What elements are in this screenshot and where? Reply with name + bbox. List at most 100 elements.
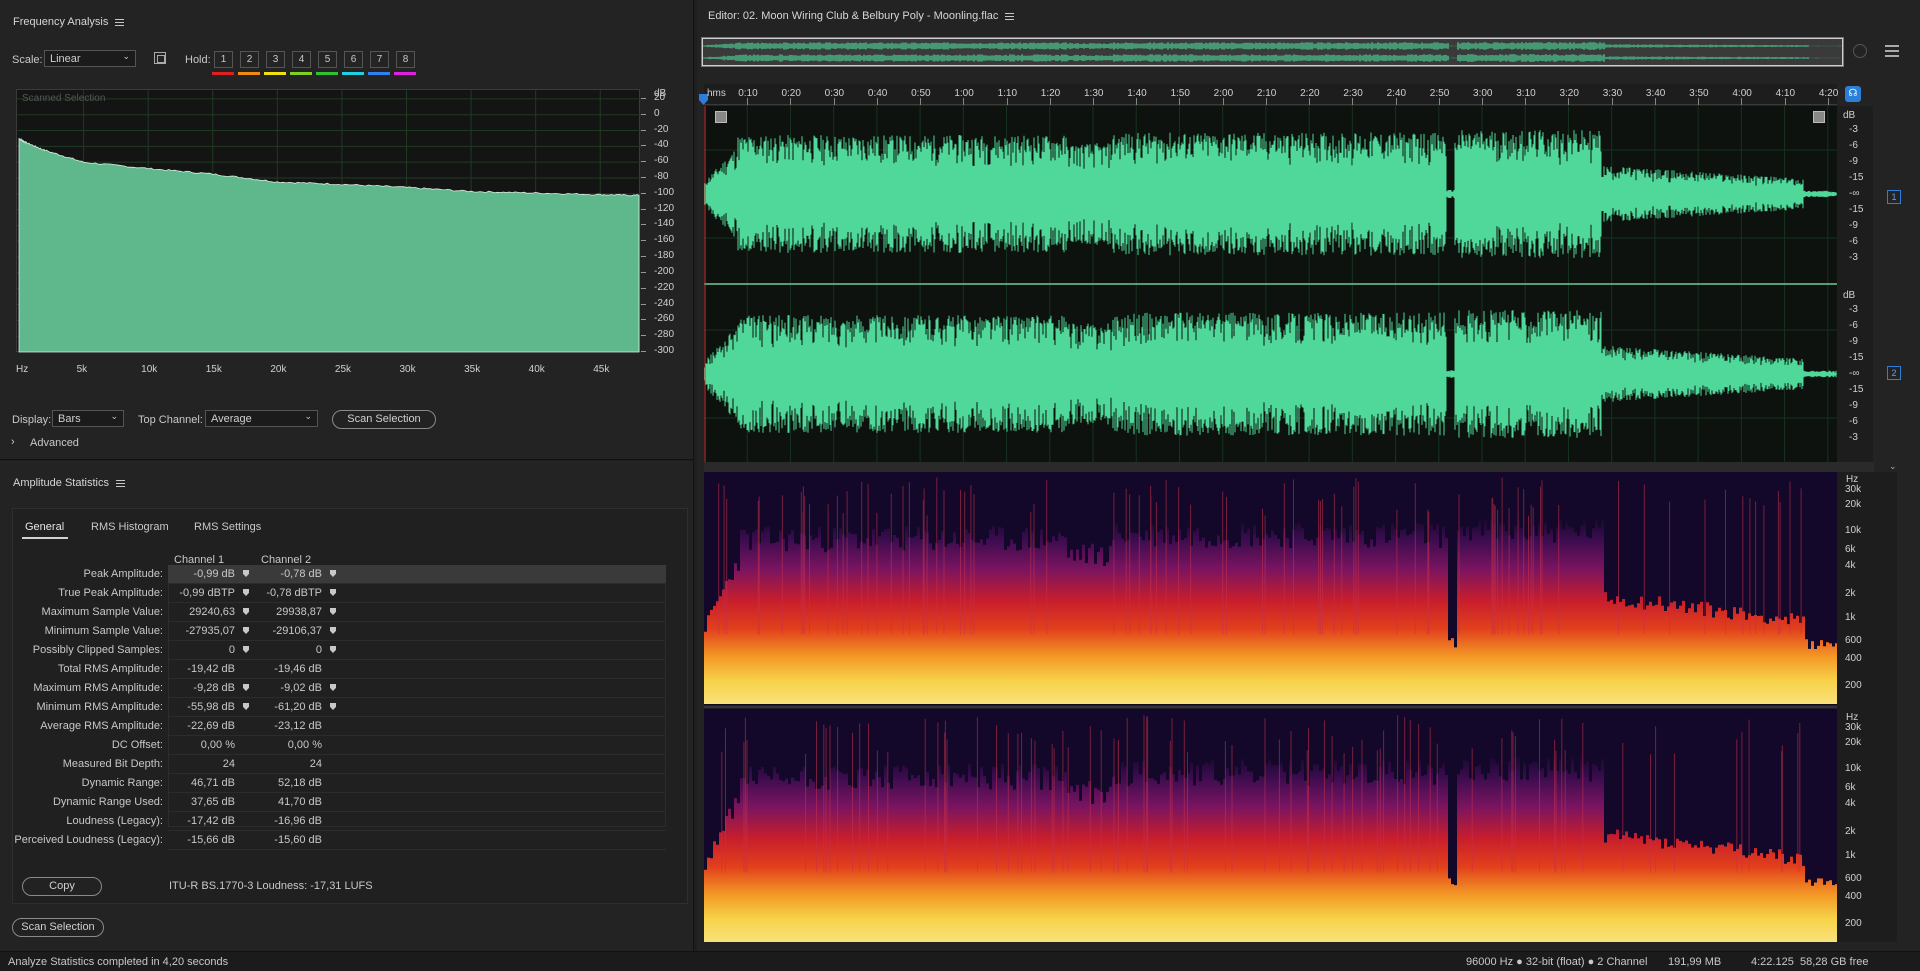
- stat-value-channel-1: 29240,63: [189, 606, 235, 618]
- stat-value-channel-2: -9,02 dB: [280, 682, 322, 694]
- copy-graph-icon[interactable]: [154, 52, 166, 64]
- top-channel-value: Average: [211, 413, 252, 425]
- spectral-hz-tick: 600: [1845, 873, 1862, 884]
- time-tick-label: 1:30: [1084, 88, 1104, 99]
- panel-menu-icon[interactable]: [115, 18, 125, 26]
- waveform-area[interactable]: [703, 106, 1837, 462]
- chevron-down-icon[interactable]: ⌄: [1889, 461, 1897, 472]
- hold-button-6[interactable]: 6: [344, 51, 363, 68]
- stats-scan-selection-button[interactable]: Scan Selection: [12, 918, 104, 937]
- hz-tick-label: 15k: [205, 364, 222, 375]
- view-layout-icon[interactable]: [1885, 45, 1899, 57]
- channel-badge-1[interactable]: 1: [1887, 190, 1901, 204]
- hold-color-2: [238, 72, 260, 75]
- hz-tick-label: 35k: [464, 364, 481, 375]
- db-unit-label: dB: [1843, 290, 1856, 301]
- status-duration: 4:22.125: [1751, 956, 1794, 968]
- chevron-right-icon[interactable]: ›: [11, 436, 15, 448]
- time-tick-label: 4:00: [1732, 88, 1752, 99]
- hold-color-6: [342, 72, 364, 75]
- db-tick-label: -60: [654, 155, 669, 167]
- wave-db-tick: -9: [1849, 400, 1858, 411]
- time-tick-label: 0:10: [738, 88, 758, 99]
- time-tick-label: 0:50: [911, 88, 931, 99]
- tab-general[interactable]: General: [25, 521, 64, 533]
- spectral-area[interactable]: [704, 472, 1838, 942]
- wave-db-tick: -3: [1849, 304, 1858, 315]
- db-tick-label: -240: [654, 297, 675, 309]
- table-row-divider: [168, 583, 666, 584]
- advanced-toggle[interactable]: Advanced: [30, 437, 79, 449]
- copy-button[interactable]: Copy: [22, 877, 102, 896]
- stat-value-channel-1: -55,98 dB: [187, 701, 235, 713]
- spectrum-svg: [17, 90, 641, 353]
- hold-button-7[interactable]: 7: [370, 51, 389, 68]
- wave-db-tick: -∞: [1849, 188, 1860, 199]
- time-tick-label: 4:10: [1775, 88, 1796, 99]
- spectral-hz-tick: 2k: [1845, 588, 1856, 599]
- hold-button-8[interactable]: 8: [396, 51, 415, 68]
- stat-label: Dynamic Range Used:: [52, 796, 163, 808]
- time-tick-mark: [1352, 98, 1354, 105]
- chevron-down-icon: ⌄: [122, 51, 130, 61]
- time-tick-mark: [1438, 98, 1440, 105]
- headphones-icon[interactable]: ☊: [1845, 86, 1861, 102]
- fade-out-handle-icon[interactable]: [1813, 111, 1825, 123]
- hold-button-4[interactable]: 4: [292, 51, 311, 68]
- wave-db-tick: -15: [1849, 204, 1864, 215]
- top-channel-select[interactable]: Average ⌄: [205, 410, 318, 427]
- wave-db-tick: -15: [1849, 384, 1864, 395]
- db-tick-mark: [641, 303, 646, 305]
- spectrum-plot[interactable]: Scanned Selection: [16, 89, 641, 353]
- spectral-hz-tick: 4k: [1845, 560, 1856, 571]
- tab-rms-settings[interactable]: RMS Settings: [194, 521, 261, 533]
- overview-svg: [702, 38, 1843, 66]
- db-tick-label: -40: [654, 139, 669, 151]
- zoom-in-icon[interactable]: [1853, 44, 1867, 58]
- display-select[interactable]: Bars ⌄: [52, 410, 124, 427]
- stat-label: DC Offset:: [111, 739, 163, 751]
- scan-selection-button[interactable]: Scan Selection: [332, 410, 436, 429]
- display-value: Bars: [58, 413, 81, 425]
- channel-badge-2[interactable]: 2: [1887, 366, 1901, 380]
- hold-button-2[interactable]: 2: [240, 51, 259, 68]
- scale-select[interactable]: Linear ⌄: [44, 50, 136, 67]
- hold-color-5: [316, 72, 338, 75]
- hold-color-7: [368, 72, 390, 75]
- db-tick-label: -260: [654, 313, 675, 325]
- time-tick-mark: [1827, 98, 1829, 105]
- panel-menu-icon[interactable]: [1005, 12, 1015, 20]
- stat-value-channel-1: -0,99 dBTP: [179, 587, 235, 599]
- waveform-overview[interactable]: [701, 37, 1844, 67]
- waveform-svg: [703, 106, 1837, 462]
- table-row-divider: [168, 811, 666, 812]
- stat-label: Total RMS Amplitude:: [57, 663, 163, 675]
- time-tick-mark: [1568, 98, 1570, 105]
- spectral-hz-tick: 30k: [1845, 484, 1862, 495]
- time-tick-mark: [1136, 98, 1138, 105]
- stats-table-frame: [168, 565, 666, 827]
- tab-rms-histogram[interactable]: RMS Histogram: [91, 521, 169, 533]
- stat-label: Possibly Clipped Samples:: [32, 644, 163, 656]
- table-row-divider: [168, 640, 666, 641]
- hold-button-3[interactable]: 3: [266, 51, 285, 68]
- time-tick-label: 2:20: [1300, 88, 1320, 99]
- db-tick-mark: [641, 224, 646, 226]
- time-tick-mark: [1482, 98, 1484, 105]
- status-size: 191,99 MB: [1668, 956, 1722, 968]
- panel-menu-icon[interactable]: [115, 479, 125, 487]
- view-splitter[interactable]: [704, 462, 1874, 472]
- spectral-hz-tick: 10k: [1845, 763, 1862, 774]
- stat-label: Average RMS Amplitude:: [40, 720, 163, 732]
- stat-value-channel-2: -19,46 dB: [274, 663, 322, 675]
- fade-in-handle-icon[interactable]: [715, 111, 727, 123]
- hold-button-5[interactable]: 5: [318, 51, 337, 68]
- chevron-down-icon: ⌄: [110, 411, 118, 421]
- hold-color-3: [264, 72, 286, 75]
- hold-button-1[interactable]: 1: [214, 51, 233, 68]
- db-tick-label: -280: [654, 329, 675, 341]
- stat-value-channel-1: -15,66 dB: [187, 834, 235, 846]
- top-channel-label: Top Channel:: [138, 414, 203, 426]
- spectrum-series-area: [18, 137, 640, 353]
- db-tick-label: 0: [654, 107, 660, 119]
